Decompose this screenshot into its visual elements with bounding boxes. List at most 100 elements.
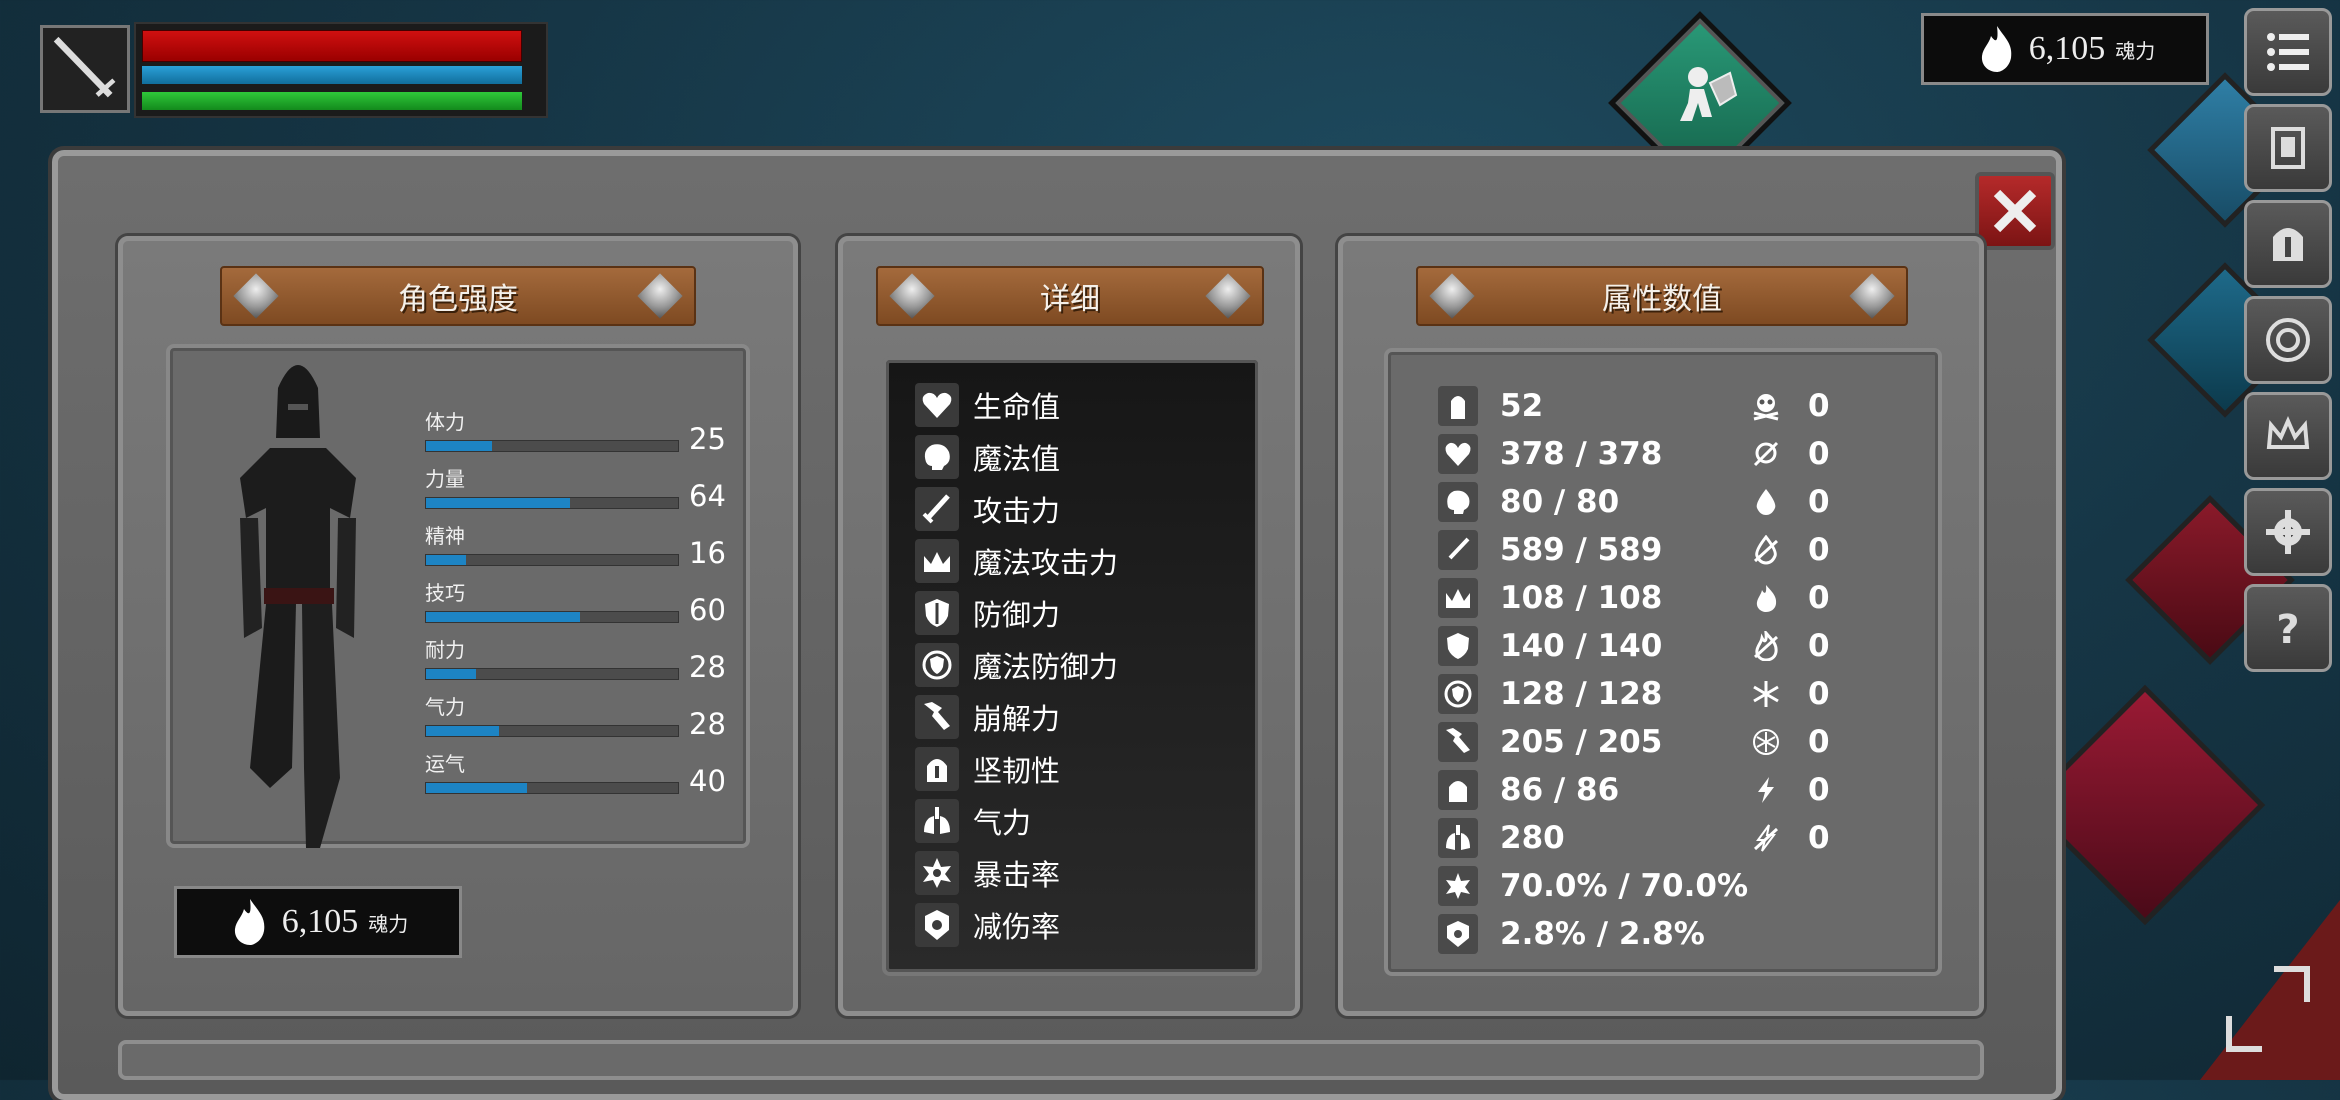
settings-button[interactable] bbox=[2244, 488, 2332, 576]
resistance-row: 0 bbox=[1746, 674, 1830, 714]
stat-row-spirit: 精神 16 bbox=[425, 520, 730, 570]
resistance-row: 0 bbox=[1746, 434, 1830, 474]
attribute-row: 128 / 128 bbox=[1438, 674, 1662, 714]
stat-value: 40 bbox=[689, 764, 726, 798]
helmet-icon bbox=[1438, 770, 1478, 810]
attribute-value: 589 / 589 bbox=[1500, 532, 1663, 568]
resize-corner-icon[interactable] bbox=[2226, 1016, 2262, 1052]
stat-label: 技巧 bbox=[425, 581, 465, 605]
close-icon bbox=[1993, 189, 2037, 233]
sword-icon bbox=[1438, 530, 1478, 570]
resize-corner-icon[interactable] bbox=[2274, 966, 2310, 1002]
helmet-icon bbox=[915, 747, 959, 791]
shield-icon bbox=[1438, 626, 1478, 666]
shield-bash-icon bbox=[1680, 67, 1738, 121]
critical-star-icon bbox=[915, 851, 959, 895]
stat-label: 精神 bbox=[425, 524, 465, 548]
detail-item: 防御力 bbox=[915, 590, 1060, 636]
stat-label: 运气 bbox=[425, 752, 465, 776]
soul-currency-display: 6,105 魂力 bbox=[1921, 13, 2209, 85]
frost-resist-icon bbox=[1746, 722, 1786, 762]
attribute-row: 205 / 205 bbox=[1438, 722, 1662, 762]
close-button[interactable] bbox=[1975, 172, 2055, 250]
health-bar bbox=[142, 30, 523, 62]
stat-track bbox=[425, 725, 679, 737]
attribute-row: 589 / 589 bbox=[1438, 530, 1662, 570]
detail-label: 气力 bbox=[973, 806, 1032, 840]
level-icon bbox=[1438, 386, 1478, 426]
help-button[interactable]: ? bbox=[2244, 584, 2332, 672]
flame-icon bbox=[234, 899, 265, 945]
stat-track bbox=[425, 497, 679, 509]
corner-decoration bbox=[2200, 900, 2340, 1080]
stat-row-endurance: 耐力 28 bbox=[425, 634, 730, 684]
stat-fill bbox=[426, 555, 467, 565]
attribute-value: 2.8% / 2.8% bbox=[1500, 916, 1705, 952]
attribute-value: 108 / 108 bbox=[1500, 580, 1663, 616]
soul-unit: 魂力 bbox=[2115, 38, 2156, 63]
detail-label: 崩解力 bbox=[973, 702, 1061, 736]
lightning-resist-icon bbox=[1746, 818, 1786, 858]
stat-value: 64 bbox=[689, 479, 726, 513]
heart-icon bbox=[1438, 434, 1478, 474]
rune-button[interactable] bbox=[2244, 296, 2332, 384]
attribute-row: 80 / 80 bbox=[1438, 482, 1619, 522]
detail-item: 坚韧性 bbox=[915, 746, 1060, 792]
detail-label: 魔法攻击力 bbox=[973, 546, 1119, 580]
status-bars bbox=[134, 22, 548, 118]
detail-item: 暴击率 bbox=[915, 850, 1060, 896]
stat-label: 体力 bbox=[425, 410, 465, 434]
resistance-row: 0 bbox=[1746, 626, 1830, 666]
stat-fill bbox=[426, 498, 570, 508]
detail-item: 魔法值 bbox=[915, 434, 1060, 480]
character-sheet-button[interactable] bbox=[2244, 104, 2332, 192]
detail-item: 攻击力 bbox=[915, 486, 1060, 532]
equipped-weapon-slot[interactable] bbox=[40, 25, 130, 113]
detail-item: 生命值 bbox=[915, 382, 1060, 428]
resistance-value: 0 bbox=[1808, 724, 1830, 760]
stat-row-stamina: 气力 28 bbox=[425, 691, 730, 741]
detail-item: 崩解力 bbox=[915, 694, 1060, 740]
detail-label: 生命值 bbox=[973, 390, 1061, 424]
stat-label: 气力 bbox=[425, 695, 465, 719]
soul-amount: 6,105 bbox=[2028, 30, 2106, 67]
ranking-button[interactable] bbox=[2244, 392, 2332, 480]
crown-magic-icon bbox=[1438, 578, 1478, 618]
attribute-row: 140 / 140 bbox=[1438, 626, 1662, 666]
attribute-row: 52 bbox=[1438, 386, 1543, 426]
attribute-value: 280 bbox=[1500, 820, 1565, 856]
resistance-value: 0 bbox=[1808, 580, 1830, 616]
resistance-value: 0 bbox=[1808, 676, 1830, 712]
rune-icon bbox=[2266, 318, 2310, 362]
fire-resist-icon bbox=[1746, 626, 1786, 666]
armored-knight-figure bbox=[240, 365, 356, 848]
attribute-value: 128 / 128 bbox=[1500, 676, 1663, 712]
sword-icon bbox=[53, 36, 116, 98]
magic-shield-icon bbox=[915, 643, 959, 687]
resistance-value: 0 bbox=[1808, 772, 1830, 808]
detail-label: 攻击力 bbox=[973, 494, 1061, 528]
main-menu-button[interactable] bbox=[2244, 8, 2332, 96]
attribute-row: 108 / 108 bbox=[1438, 578, 1662, 618]
resistance-value: 0 bbox=[1808, 820, 1830, 856]
heart-icon bbox=[915, 383, 959, 427]
stat-track bbox=[425, 668, 679, 680]
equipment-button[interactable] bbox=[2244, 200, 2332, 288]
crown-icon bbox=[2266, 416, 2310, 449]
resistance-value: 0 bbox=[1808, 628, 1830, 664]
attributes-title: 属性数值 bbox=[1602, 282, 1722, 317]
magic-shield-icon bbox=[1438, 674, 1478, 714]
gear-icon bbox=[2266, 510, 2310, 554]
detail-label: 魔法值 bbox=[973, 442, 1061, 476]
damage-reduction-icon bbox=[1438, 914, 1478, 954]
shatter-icon bbox=[915, 695, 959, 739]
lungs-icon bbox=[1438, 818, 1478, 858]
attribute-value: 70.0% / 70.0% bbox=[1500, 868, 1748, 904]
critical-star-icon bbox=[1438, 866, 1478, 906]
character-sheet-icon bbox=[2271, 127, 2305, 169]
resistance-value: 0 bbox=[1808, 484, 1830, 520]
soul-balance-box: 6,105 魂力 bbox=[174, 886, 462, 958]
stat-fill bbox=[426, 783, 527, 793]
resistance-value: 0 bbox=[1808, 436, 1830, 472]
stat-track bbox=[425, 782, 679, 794]
